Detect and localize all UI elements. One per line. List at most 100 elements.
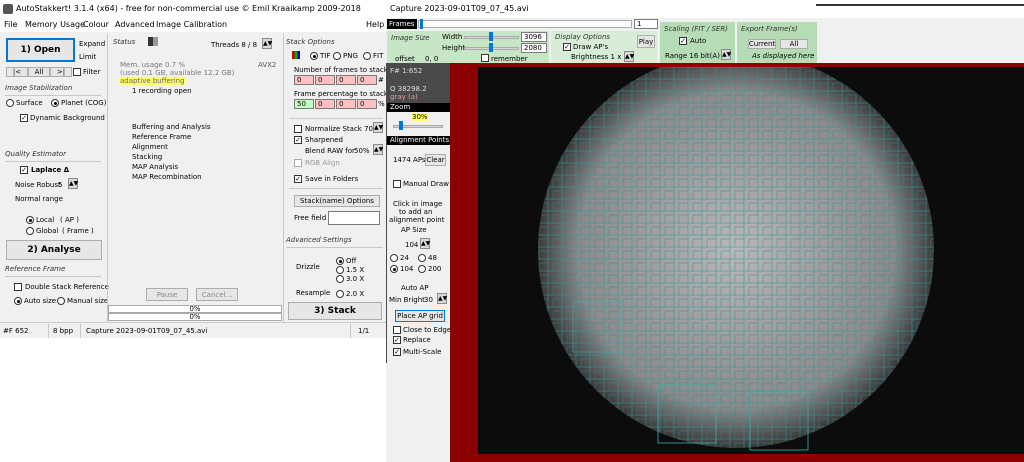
drizzle-1-5x-radio[interactable] [336, 266, 344, 274]
zoom-label: Zoom [387, 103, 450, 112]
save-folders-checkbox[interactable]: ✓ [294, 175, 302, 183]
scaling-range-spinner[interactable]: ▲▼ [721, 49, 731, 60]
fit-radio[interactable] [363, 52, 371, 60]
laplace-checkbox[interactable]: ✓ [20, 166, 28, 174]
sharpened-checkbox[interactable]: ✓ [294, 136, 302, 144]
image-black-frame [478, 67, 1024, 454]
menu-image-calibration[interactable]: Image Calibration [156, 20, 227, 29]
noise-robust-spinner[interactable]: ▲▼ [68, 178, 78, 189]
open-button[interactable]: 1) Open [6, 38, 75, 62]
manual-size-radio[interactable] [57, 297, 65, 305]
width-input[interactable]: 3096 [521, 32, 547, 42]
filter-checkbox[interactable] [73, 68, 81, 76]
export-current-button[interactable]: Current [748, 39, 776, 49]
zoom-value: 30% [412, 113, 428, 121]
multi-scale-checkbox[interactable]: ✓ [393, 348, 401, 356]
replace-checkbox[interactable]: ✓ [393, 336, 401, 344]
brightness-spinner[interactable]: ▲▼ [624, 51, 634, 62]
place-ap-grid-button[interactable]: Place AP grid [395, 310, 445, 322]
menu-help[interactable]: Help [366, 20, 384, 29]
double-stack-checkbox[interactable] [14, 283, 22, 291]
auto-size-radio[interactable] [14, 297, 22, 305]
main-window-title: AutoStakkert! 3.1.4 (x64) - free for non… [16, 4, 361, 13]
ap-size-48-radio[interactable] [418, 254, 426, 262]
num-frames-input-2[interactable]: 0 [315, 75, 335, 85]
nav-next-button[interactable]: >| [50, 67, 72, 77]
global-radio[interactable] [26, 227, 34, 235]
remember-checkbox[interactable] [481, 54, 489, 62]
cancel-button[interactable]: Cancel... [196, 288, 238, 301]
png-radio[interactable] [333, 52, 341, 60]
min-bright-spinner[interactable]: ▲▼ [437, 293, 447, 304]
alignment-points-label: Alignment Points [387, 136, 450, 145]
menu-colour[interactable]: Colour [83, 20, 109, 29]
percent-input-2[interactable]: 0 [315, 99, 335, 109]
resample-2x-radio[interactable] [336, 290, 344, 298]
local-radio[interactable] [26, 216, 34, 224]
brightness-label: Brightness 1 x [571, 53, 622, 61]
ap-size-104-radio[interactable] [390, 265, 398, 273]
frame-number-input[interactable]: 1 [634, 19, 658, 29]
pause-button[interactable]: Pause [146, 288, 188, 301]
normal-range-label: Normal range [15, 195, 63, 203]
zoom-slider-thumb[interactable] [399, 121, 403, 130]
main-titlebar[interactable]: AutoStakkert! 3.1.4 (x64) - free for non… [0, 0, 386, 18]
width-slider-thumb[interactable] [489, 32, 493, 41]
status-title: Status [113, 38, 136, 46]
height-input[interactable]: 2080 [521, 43, 547, 53]
normalize-checkbox[interactable] [294, 125, 302, 133]
nav-all-button[interactable]: All [28, 67, 50, 77]
stack-name-options-button[interactable]: Stack(name) Options [294, 195, 380, 207]
display-options-panel: Display Options ✓ Draw AP's Brightness 1… [551, 31, 657, 63]
frames-slider-thumb[interactable] [420, 19, 424, 29]
free-field-input[interactable] [328, 211, 380, 225]
frame-number-readout: F# 1:652 [390, 67, 423, 75]
rgb-align-checkbox[interactable] [294, 159, 302, 167]
capture-window-title: Capture 2023-09-01T09_07_45.avi [390, 4, 529, 13]
planet-radio[interactable] [51, 99, 59, 107]
num-frames-input-1[interactable]: 0 [294, 75, 314, 85]
num-frames-input-4[interactable]: 0 [357, 75, 377, 85]
limit-label[interactable]: Limit [79, 53, 96, 61]
close-to-edge-checkbox[interactable] [393, 326, 401, 334]
ap-size-200-radio[interactable] [418, 265, 426, 273]
manual-draw-checkbox[interactable] [393, 180, 401, 188]
tif-radio[interactable] [310, 52, 318, 60]
height-slider-thumb[interactable] [489, 43, 493, 52]
auto-ap-label: Auto AP [401, 284, 429, 292]
clear-aps-button[interactable]: Clear [425, 154, 446, 166]
drizzle-off-radio[interactable] [336, 257, 344, 265]
stack-button[interactable]: 3) Stack [288, 302, 382, 320]
export-all-button[interactable]: All [780, 39, 808, 49]
num-frames-input-3[interactable]: 0 [336, 75, 356, 85]
blend-raw-spinner[interactable]: ▲▼ [373, 144, 383, 155]
percent-input-4[interactable]: 0 [357, 99, 377, 109]
scaling-auto-checkbox[interactable]: ✓ [679, 37, 687, 45]
analyse-button[interactable]: 2) Analyse [6, 240, 102, 260]
percent-input-1[interactable]: 50 [294, 99, 314, 109]
nav-prev-button[interactable]: |< [6, 67, 28, 77]
click-instruction-2: to add an [399, 208, 433, 216]
frames-slider-track[interactable] [418, 20, 632, 28]
surface-radio[interactable] [6, 99, 14, 107]
percent-frames-label: Frame percentage to stack: [294, 90, 386, 98]
capture-titlebar[interactable]: Capture 2023-09-01T09_07_45.avi [386, 0, 1024, 18]
draw-aps-label: Draw AP's [573, 43, 609, 51]
play-button[interactable]: Play [637, 35, 655, 48]
menu-file[interactable]: File [4, 20, 17, 29]
drizzle-3x-radio[interactable] [336, 275, 344, 283]
expand-label[interactable]: Expand [79, 40, 105, 48]
menu-memory-usage[interactable]: Memory Usage [25, 20, 85, 29]
threads-spinner[interactable]: ▲▼ [262, 38, 272, 49]
draw-aps-checkbox[interactable]: ✓ [563, 43, 571, 51]
image-canvas[interactable] [450, 63, 1024, 462]
status-grid-icon [148, 37, 158, 46]
dynamic-background-checkbox[interactable]: ✓ [20, 114, 28, 122]
normalize-spinner[interactable]: ▲▼ [373, 122, 383, 133]
offset-value: 0, 0 [425, 55, 439, 63]
percent-input-3[interactable]: 0 [336, 99, 356, 109]
ap-size-24-radio[interactable] [390, 254, 398, 262]
ap-size-spinner[interactable]: ▲▼ [420, 238, 430, 249]
recording-open-text: 1 recording open [132, 87, 192, 95]
menu-advanced[interactable]: Advanced [115, 20, 155, 29]
